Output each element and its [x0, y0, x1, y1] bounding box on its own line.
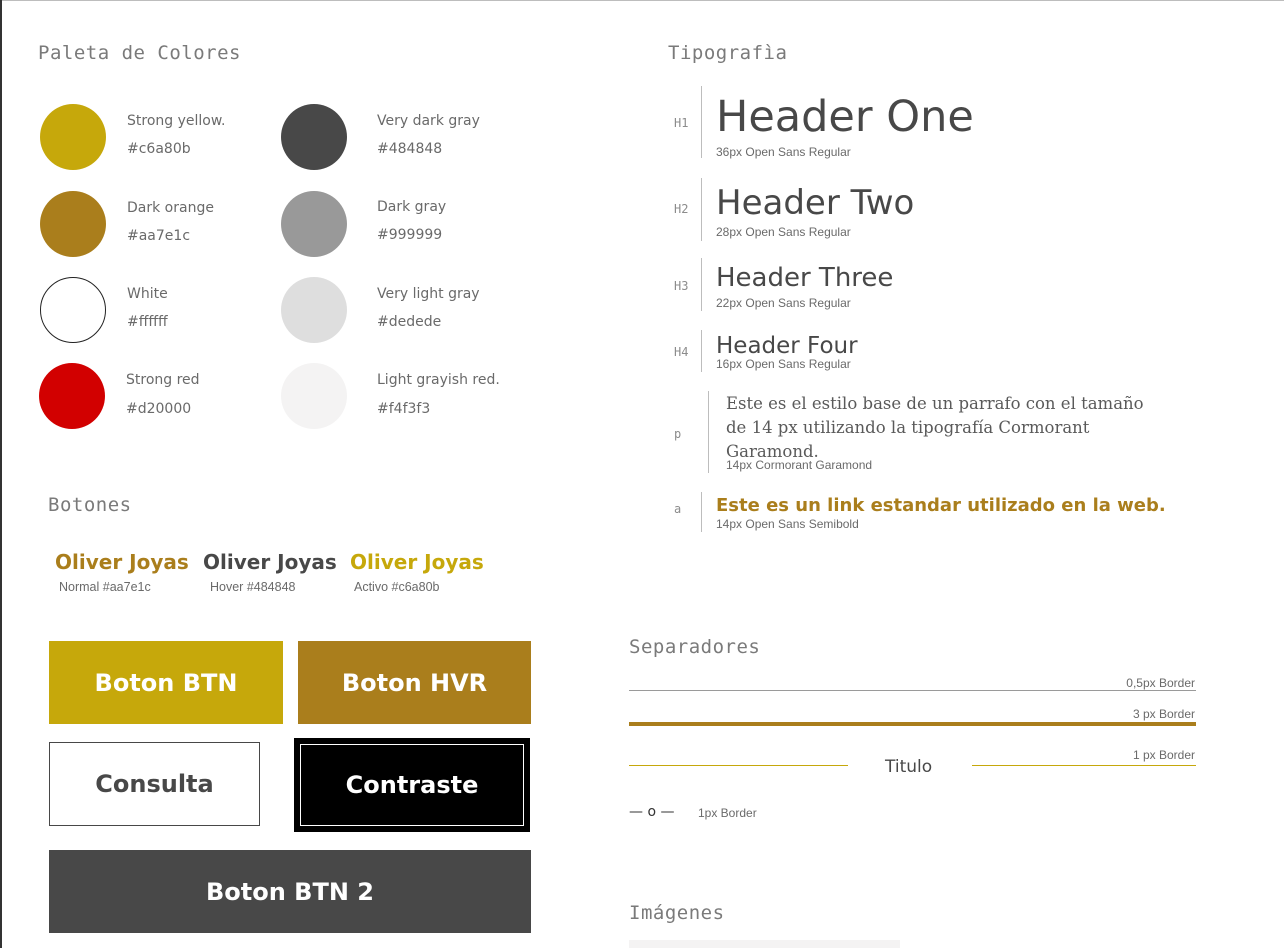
separator-thick-label: 3 px Border	[1132, 707, 1195, 721]
h2-sample: Header Two	[716, 183, 915, 223]
images-title: Imágenes	[629, 902, 725, 924]
consulta-label: Consulta	[95, 770, 214, 798]
text-button-normal[interactable]: Oliver Joyas	[55, 550, 189, 574]
type-divider	[701, 492, 702, 532]
h3-sample: Header Three	[716, 263, 894, 293]
color-swatch	[40, 191, 106, 257]
type-tag: H3	[674, 279, 689, 293]
type-tag: a	[674, 502, 682, 516]
color-name: Strong yellow.	[127, 113, 226, 129]
color-swatch	[40, 277, 106, 343]
left-border	[0, 0, 2, 948]
color-swatch	[281, 191, 347, 257]
image-placeholder	[629, 940, 900, 948]
contraste-label: Contraste	[345, 771, 479, 799]
color-name: Very light gray	[377, 286, 480, 302]
color-name: Very dark gray	[377, 113, 480, 129]
boton-btn2-label: Boton BTN 2	[206, 877, 374, 906]
separator-thick-line	[629, 722, 1196, 726]
type-tag: H1	[674, 116, 689, 130]
color-hex: #ffffff	[127, 314, 168, 330]
buttons-title: Botones	[48, 494, 132, 516]
separator-titled-line-right	[972, 765, 1196, 766]
paragraph-sample: Este es el estilo base de un parrafo con…	[726, 394, 1144, 461]
contraste-button[interactable]: Contraste	[294, 738, 530, 832]
palette-title: Paleta de Colores	[38, 42, 241, 64]
color-hex: #f4f3f3	[377, 401, 431, 417]
text-button-normal-meta: Normal #aa7e1c	[59, 580, 151, 594]
h1-sample: Header One	[716, 92, 974, 142]
color-hex: #d20000	[126, 401, 192, 417]
top-border	[0, 0, 1284, 1]
separator-mini-symbol: — o —	[629, 804, 675, 820]
boton-btn2-button[interactable]: Boton BTN 2	[49, 850, 531, 933]
text-button-active[interactable]: Oliver Joyas	[350, 550, 484, 574]
link-meta: 14px Open Sans Semibold	[716, 517, 859, 531]
separator-thin-line	[629, 690, 1196, 691]
h3-meta: 22px Open Sans Regular	[716, 296, 851, 310]
separator-titled-label: 1 px Border	[1132, 748, 1195, 762]
text-button-active-meta: Activo #c6a80b	[354, 580, 440, 594]
type-divider	[701, 178, 702, 241]
type-divider	[708, 391, 709, 473]
type-tag: p	[674, 427, 682, 441]
boton-hvr-button[interactable]: Boton HVR	[298, 641, 531, 724]
color-hex: #484848	[377, 141, 443, 157]
h2-meta: 28px Open Sans Regular	[716, 225, 851, 239]
h1-meta: 36px Open Sans Regular	[716, 145, 851, 159]
paragraph-meta: 14px Cormorant Garamond	[726, 458, 873, 472]
separators-title: Separadores	[629, 636, 761, 658]
boton-hvr-label: Boton HVR	[341, 668, 488, 697]
text-button-hover-meta: Hover #484848	[210, 580, 296, 594]
color-hex: #999999	[377, 227, 443, 243]
boton-btn-button[interactable]: Boton BTN	[49, 641, 283, 724]
color-name: White	[127, 286, 168, 302]
type-tag: H4	[674, 345, 689, 359]
color-swatch	[40, 104, 106, 170]
separator-mini-label: 1px Border	[698, 806, 757, 820]
text-button-hover[interactable]: Oliver Joyas	[203, 550, 337, 574]
color-swatch	[281, 104, 347, 170]
type-divider	[701, 330, 702, 372]
color-hex: #aa7e1c	[127, 228, 191, 244]
type-divider	[701, 86, 702, 158]
typography-title: Tipografìa	[668, 42, 788, 64]
h4-meta: 16px Open Sans Regular	[716, 357, 851, 371]
type-tag: H2	[674, 202, 689, 216]
color-swatch	[281, 277, 347, 343]
color-name: Light grayish red.	[377, 372, 500, 388]
separator-titled-line-left	[629, 765, 848, 766]
color-name: Dark gray	[377, 199, 447, 215]
separator-thin-label: 0,5px Border	[1126, 676, 1195, 690]
color-hex: #dedede	[377, 314, 442, 330]
type-divider	[701, 258, 702, 311]
h4-sample: Header Four	[716, 333, 858, 359]
color-swatch	[39, 363, 105, 429]
link-sample[interactable]: Este es un link estandar utilizado en la…	[716, 495, 1166, 516]
color-hex: #c6a80b	[127, 141, 191, 157]
boton-btn-label: Boton BTN	[94, 668, 238, 697]
color-name: Dark orange	[127, 200, 214, 216]
color-name: Strong red	[126, 372, 200, 388]
separator-titled-text: Titulo	[885, 757, 933, 777]
consulta-button[interactable]: Consulta	[49, 742, 260, 826]
color-swatch	[281, 363, 347, 429]
